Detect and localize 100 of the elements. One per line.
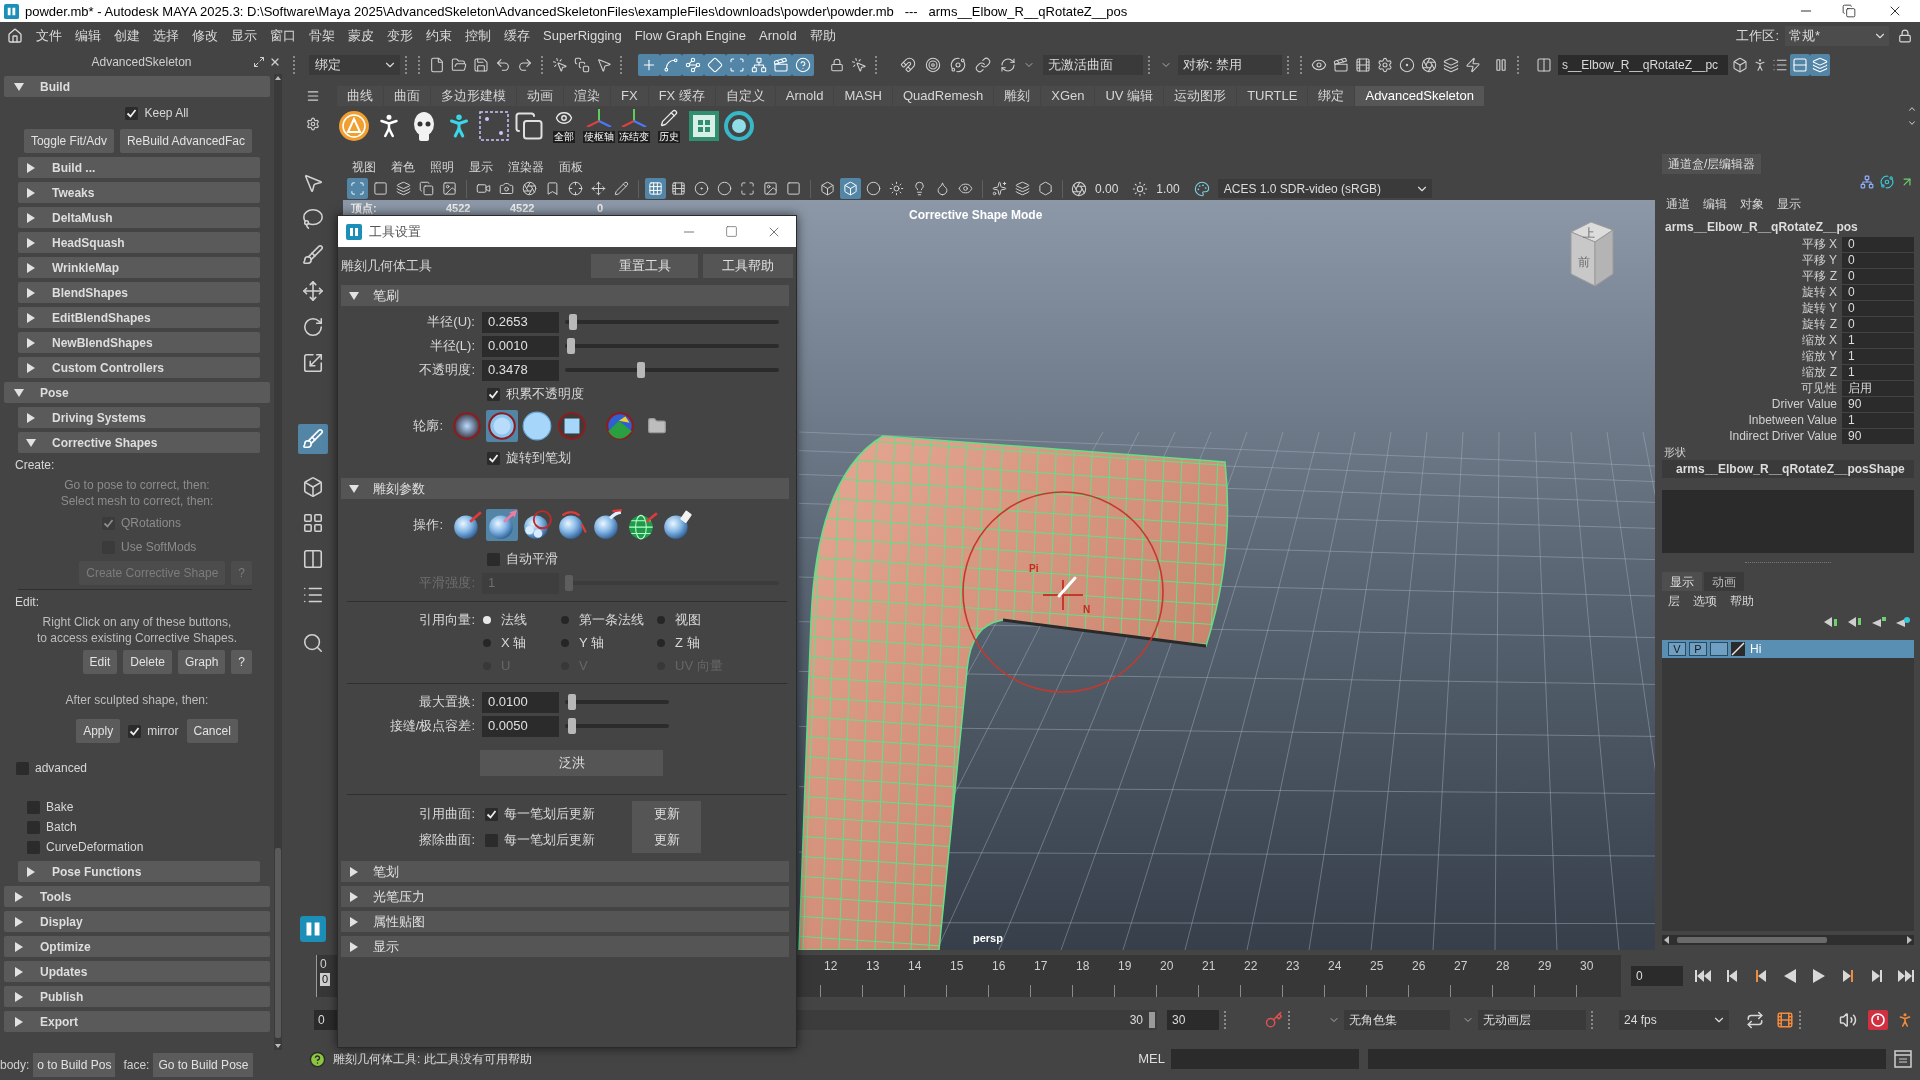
section-header[interactable]: 光笔压力 xyxy=(341,886,789,907)
shelf-tab[interactable]: QuadRemesh xyxy=(893,86,994,106)
channel-value[interactable]: 0 xyxy=(1842,284,1914,300)
checkbox[interactable] xyxy=(487,387,500,401)
panel-menu-item[interactable]: 渲染器 xyxy=(508,158,544,176)
shelf-tab[interactable]: 曲线 xyxy=(337,86,383,106)
dialog-button[interactable]: 更新 xyxy=(632,827,701,853)
section-header[interactable]: WrinkleMap xyxy=(18,257,260,278)
shelf-tab[interactable]: FX xyxy=(611,86,648,106)
ring-icon[interactable] xyxy=(724,111,754,141)
symmetry-field[interactable]: 对称: 禁用 xyxy=(1178,55,1282,75)
section-header[interactable]: 笔刷 xyxy=(341,285,789,306)
sphere-arrow-icon[interactable] xyxy=(451,509,483,541)
menu-item[interactable]: 缓存 xyxy=(504,26,530,46)
character-set-field[interactable]: 无角色集 xyxy=(1344,1010,1450,1030)
shelf-tab[interactable]: 雕刻 xyxy=(994,86,1041,106)
checkbox[interactable] xyxy=(27,840,40,854)
shelf-tab[interactable]: 运动图形 xyxy=(1164,86,1237,106)
channel-value[interactable]: 90 xyxy=(1842,396,1914,412)
panel-button[interactable]: Apply xyxy=(76,719,121,743)
circle-logo-icon[interactable] xyxy=(339,111,369,141)
slider-thumb[interactable] xyxy=(637,362,646,378)
panel-button[interactable]: Cancel xyxy=(186,719,238,743)
film-icon[interactable] xyxy=(1776,1011,1794,1029)
slider-thumb[interactable] xyxy=(569,314,578,330)
shelf-button[interactable]: 全部 xyxy=(548,109,580,143)
dashed-frame-icon[interactable] xyxy=(479,111,509,141)
folder-icon[interactable] xyxy=(647,416,667,436)
script-editor-icon[interactable] xyxy=(1894,1050,1912,1068)
panel-menu-item[interactable]: 编辑 xyxy=(1703,195,1727,213)
panel-tab[interactable]: 通道盒/层编辑器 xyxy=(1662,154,1762,174)
menu-set-dropdown[interactable]: 绑定 xyxy=(309,55,400,75)
section-header[interactable]: Corrective Shapes xyxy=(18,432,260,453)
layer-up-icon[interactable] xyxy=(1824,617,1838,627)
checkbox[interactable] xyxy=(487,552,500,566)
menu-item[interactable]: 文件 xyxy=(36,26,62,46)
sphere-pull-icon[interactable] xyxy=(591,509,623,541)
cube-icon[interactable] xyxy=(840,178,861,199)
number-field[interactable]: 0.0100 xyxy=(482,691,559,713)
layers-icon[interactable] xyxy=(1810,54,1830,76)
live-surface-field[interactable]: 无激活曲面 xyxy=(1043,55,1143,75)
panel-button[interactable]: Graph xyxy=(177,650,226,674)
channel-value[interactable]: 1 xyxy=(1842,348,1914,364)
menu-item[interactable]: 蒙皮 xyxy=(348,26,374,46)
bubbles-icon[interactable] xyxy=(521,509,553,541)
scrollbar[interactable] xyxy=(1662,935,1914,945)
section-header[interactable]: Build ... xyxy=(18,157,260,178)
section-header[interactable]: Optimize xyxy=(4,936,270,957)
slider-track[interactable] xyxy=(565,338,779,354)
current-time-field[interactable]: 0 xyxy=(1631,966,1683,986)
channel-value[interactable]: 1 xyxy=(1842,412,1914,428)
channel-value[interactable]: 0 xyxy=(1842,268,1914,284)
animation-layer-field[interactable]: 无动画层 xyxy=(1478,1010,1586,1030)
start-field[interactable]: 0 xyxy=(314,1010,338,1030)
panel-menu-item[interactable]: 选项 xyxy=(1693,592,1717,610)
layer-add-icon[interactable] xyxy=(1872,617,1886,627)
command-result-field[interactable] xyxy=(1368,1049,1886,1069)
play-backward-icon[interactable] xyxy=(1782,969,1798,983)
gamma-value[interactable]: 1.00 xyxy=(1156,179,1180,198)
channel-value[interactable]: 90 xyxy=(1842,428,1914,444)
radio-button[interactable] xyxy=(657,638,665,647)
channel-value[interactable]: 0 xyxy=(1842,236,1914,252)
menu-item[interactable]: Flow Graph Engine xyxy=(634,26,747,46)
section-header[interactable]: 显示 xyxy=(341,936,789,957)
layer-row[interactable]: V P Hi xyxy=(1662,640,1914,658)
section-header[interactable]: Pose Functions xyxy=(18,861,260,882)
panel-button[interactable]: Go to Build Pose xyxy=(153,1053,254,1077)
step-back-icon[interactable] xyxy=(1724,969,1740,983)
close-icon[interactable] xyxy=(269,56,281,68)
slider-track[interactable] xyxy=(565,575,779,591)
menu-item[interactable]: 选择 xyxy=(153,26,179,46)
orbit-icon[interactable] xyxy=(1880,175,1894,189)
skip-end-icon[interactable] xyxy=(1898,969,1914,983)
skip-start-icon[interactable] xyxy=(1695,969,1711,983)
section-header[interactable]: Export xyxy=(4,1011,270,1032)
channel-value[interactable]: 1 xyxy=(1842,332,1914,348)
loop-icon[interactable] xyxy=(1746,1011,1764,1029)
checker-icon[interactable] xyxy=(689,111,719,141)
section-header[interactable]: Driving Systems xyxy=(18,407,260,428)
section-header[interactable]: 笔划 xyxy=(341,861,789,882)
checkbox[interactable] xyxy=(125,106,139,120)
dialog-button[interactable]: 泛洪 xyxy=(480,750,663,776)
checkbox[interactable] xyxy=(16,761,29,775)
panel-button[interactable]: o to Build Pos xyxy=(33,1053,116,1077)
playback-toggle[interactable]: P xyxy=(1689,642,1707,656)
shelf-tab[interactable]: XGen xyxy=(1041,86,1095,106)
panel-menu-item[interactable]: 显示 xyxy=(1777,195,1801,213)
menu-icon[interactable] xyxy=(305,89,320,103)
number-field[interactable]: 0.2653 xyxy=(482,311,559,333)
channel-value[interactable]: 0 xyxy=(1842,316,1914,332)
radio-button[interactable] xyxy=(657,615,665,624)
shelf-tab[interactable]: 多边形建模 xyxy=(431,86,516,106)
panel-tab[interactable]: 动画 xyxy=(1704,572,1744,591)
scrollbar[interactable] xyxy=(274,74,282,1050)
play-icon[interactable] xyxy=(1811,969,1827,983)
shelf-tab[interactable]: 自定义 xyxy=(715,86,775,106)
radio-button[interactable] xyxy=(483,638,491,647)
menu-item[interactable]: 控制 xyxy=(465,26,491,46)
plus-icon[interactable] xyxy=(638,54,660,76)
shelf-tab[interactable]: AdvancedSkeleton xyxy=(1355,86,1484,106)
